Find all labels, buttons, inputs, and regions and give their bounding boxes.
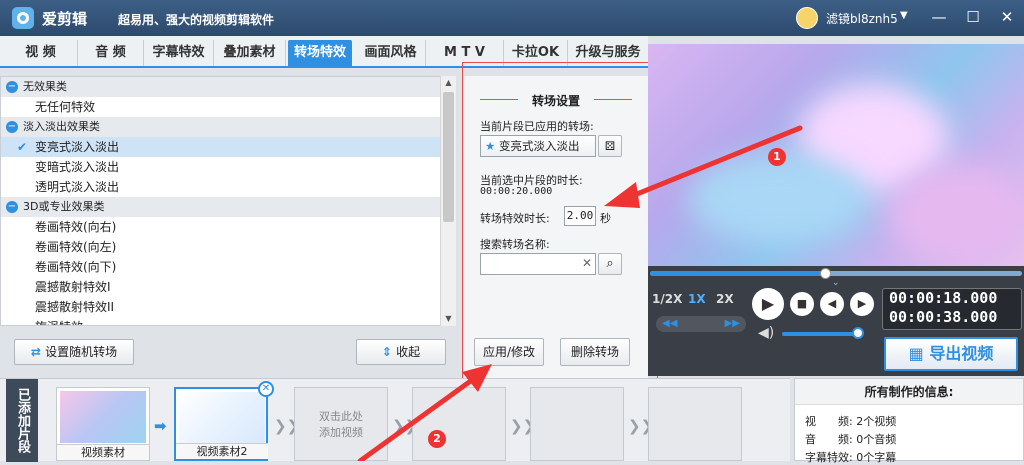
app-logo-icon bbox=[12, 7, 34, 29]
scroll-up-icon[interactable]: ▲ bbox=[441, 76, 456, 90]
effect-item[interactable]: 变暗式淡入淡出 bbox=[1, 157, 455, 177]
share-icon[interactable]: ⋖ bbox=[804, 350, 817, 368]
remove-clip-icon[interactable]: ✕ bbox=[258, 381, 274, 397]
effect-item[interactable]: 无任何特效 bbox=[1, 97, 455, 117]
annotation-badge-1: 1 bbox=[768, 148, 786, 166]
speed-half[interactable]: 1/2X bbox=[652, 292, 682, 306]
preview-glow bbox=[688, 154, 868, 244]
collapse-icon[interactable]: − bbox=[6, 201, 18, 213]
clips-label: 已添加片段 bbox=[6, 379, 38, 462]
tab-transition-effects[interactable]: 转场特效 bbox=[288, 40, 352, 66]
random-transition-button[interactable]: ⇄ 设置随机转场 bbox=[14, 339, 134, 365]
app-name: 爱剪辑 bbox=[42, 10, 88, 28]
production-info-panel: 所有制作的信息: 视 频: 2个视频 音 频: 0个音频 字幕特效: 0个字幕 bbox=[794, 378, 1024, 464]
effect-item[interactable]: 透明式淡入淡出 bbox=[1, 177, 455, 197]
tab-overlay[interactable]: 叠加素材 bbox=[214, 40, 286, 66]
collapse-button[interactable]: ⇕ 收起 bbox=[356, 339, 446, 365]
effect-item[interactable]: 卷画特效(向下) bbox=[1, 257, 455, 277]
effect-item[interactable]: 卷画特效(向左) bbox=[1, 237, 455, 257]
annotation-badge-2: 2 bbox=[428, 430, 446, 448]
tab-video[interactable]: 视 频 bbox=[4, 40, 78, 66]
effect-item[interactable]: 震撼散射特效I bbox=[1, 277, 455, 297]
fast-forward-icon[interactable]: ▶▶ bbox=[725, 318, 740, 329]
next-frame-icon[interactable]: ▶ bbox=[850, 292, 874, 316]
check-icon: ✔ bbox=[17, 140, 28, 154]
empty-clip-slot[interactable] bbox=[530, 387, 624, 461]
category-fade[interactable]: − 淡入淡出效果类 bbox=[1, 117, 455, 137]
rewind-icon[interactable]: ◀◀ bbox=[662, 318, 677, 329]
highlight-annotation-box bbox=[462, 62, 658, 384]
clip-name: 视频素材2 bbox=[176, 443, 268, 459]
new-project-icon[interactable]: 🗋 bbox=[656, 350, 666, 372]
progress-bar[interactable] bbox=[650, 268, 1022, 279]
time-display: 00:00:18.000 00:00:38.000 bbox=[882, 288, 1022, 330]
tab-subtitle-effects[interactable]: 字幕特效 bbox=[144, 40, 214, 66]
volume-icon[interactable]: ◀) bbox=[758, 325, 774, 341]
clip-thumbnail bbox=[179, 392, 265, 444]
list-scrollbar[interactable]: ▲ ▼ bbox=[440, 76, 456, 326]
info-row: 视 频: 2个视频 bbox=[805, 415, 897, 428]
stop-icon[interactable]: ■ bbox=[790, 292, 814, 316]
info-row: 音 频: 0个音频 bbox=[805, 433, 897, 446]
effect-item[interactable]: 震撼散射特效II bbox=[1, 297, 455, 317]
collapse-icon[interactable]: − bbox=[6, 81, 18, 93]
add-clip-hint: 双击此处 添加视频 bbox=[319, 410, 363, 439]
play-icon[interactable]: ▶ bbox=[752, 288, 784, 320]
collapse-arrows-icon: ⇕ bbox=[381, 345, 397, 359]
effect-item[interactable]: 旋涡特效 bbox=[1, 317, 455, 325]
open-folder-icon[interactable]: ▰ bbox=[690, 350, 702, 368]
help-icon[interactable]: ? bbox=[766, 350, 775, 368]
app-slogan: 超易用、强大的视频剪辑软件 bbox=[118, 13, 275, 27]
close-icon[interactable]: ✕ bbox=[996, 6, 1018, 28]
clip-card[interactable]: 视频素材 bbox=[56, 387, 150, 461]
scroll-down-icon[interactable]: ▼ bbox=[441, 312, 456, 326]
transition-effects-list: − 无效果类 无任何特效 − 淡入淡出效果类 ✔ 变亮式淡入淡出 变暗式淡入淡出 透明… bbox=[0, 76, 456, 326]
export-video-button[interactable]: ▦ 导出视频 bbox=[884, 337, 1018, 371]
clip-card-selected[interactable]: 视频素材2 ✕ bbox=[174, 381, 274, 461]
tab-picture-style[interactable]: 画面风格 bbox=[356, 40, 426, 66]
info-title: 所有制作的信息: bbox=[795, 379, 1023, 405]
volume-slider[interactable] bbox=[782, 332, 854, 336]
user-name[interactable]: 滤镜bl8znh5 bbox=[826, 10, 898, 27]
video-preview bbox=[648, 44, 1024, 266]
clip-thumbnail bbox=[60, 391, 146, 443]
empty-clip-slot[interactable] bbox=[648, 387, 742, 461]
user-avatar-icon[interactable] bbox=[796, 7, 818, 29]
effect-item-selected[interactable]: ✔ 变亮式淡入淡出 bbox=[1, 137, 455, 157]
category-no-effect[interactable]: − 无效果类 bbox=[1, 77, 455, 97]
clip-name: 视频素材 bbox=[57, 444, 149, 460]
effect-item[interactable]: 卷画特效(向右) bbox=[1, 217, 455, 237]
speed-double[interactable]: 2X bbox=[716, 292, 734, 306]
maximize-icon[interactable]: ☐ bbox=[962, 6, 984, 28]
add-clip-slot[interactable]: 双击此处 添加视频 bbox=[294, 387, 388, 461]
progress-fill bbox=[650, 271, 825, 276]
transition-arrow-icon[interactable]: ➡ bbox=[154, 417, 167, 435]
jog-shuttle[interactable]: ◀◀ ▶▶ bbox=[656, 316, 746, 332]
category-3d[interactable]: −3D或专业效果类 bbox=[1, 197, 455, 217]
preview-glow bbox=[888, 164, 1024, 264]
info-row: 字幕特效: 0个字幕 bbox=[805, 451, 897, 464]
minimize-icon[interactable]: — bbox=[928, 6, 950, 28]
volume-knob[interactable] bbox=[852, 327, 864, 339]
scroll-thumb[interactable] bbox=[443, 92, 454, 222]
collapse-icon[interactable]: − bbox=[6, 121, 18, 133]
save-icon[interactable]: ▣ bbox=[730, 350, 744, 368]
prev-frame-icon[interactable]: ◀ bbox=[820, 292, 844, 316]
shuffle-icon: ⇄ bbox=[30, 345, 46, 359]
current-time: 00:00:18.000 bbox=[889, 289, 998, 307]
progress-knob[interactable] bbox=[819, 268, 831, 279]
speed-normal[interactable]: 1X bbox=[688, 292, 706, 306]
total-time: 00:00:38.000 bbox=[889, 308, 998, 326]
empty-clip-slot[interactable] bbox=[412, 387, 506, 461]
export-film-icon: ▦ bbox=[908, 344, 930, 363]
tab-audio[interactable]: 音 频 bbox=[78, 40, 144, 66]
clips-strip: 已添加片段 视频素材 ➡ 视频素材2 ✕ ❯❯ 双击此处 添加视频 ❯❯ ❯❯ … bbox=[0, 378, 790, 462]
title-bar: 爱剪辑 超易用、强大的视频剪辑软件 滤镜bl8znh5 ▼ — ☐ ✕ bbox=[0, 0, 1024, 36]
chevron-down-icon[interactable]: ⌄ bbox=[832, 278, 840, 288]
user-menu-caret-icon[interactable]: ▼ bbox=[900, 10, 908, 21]
